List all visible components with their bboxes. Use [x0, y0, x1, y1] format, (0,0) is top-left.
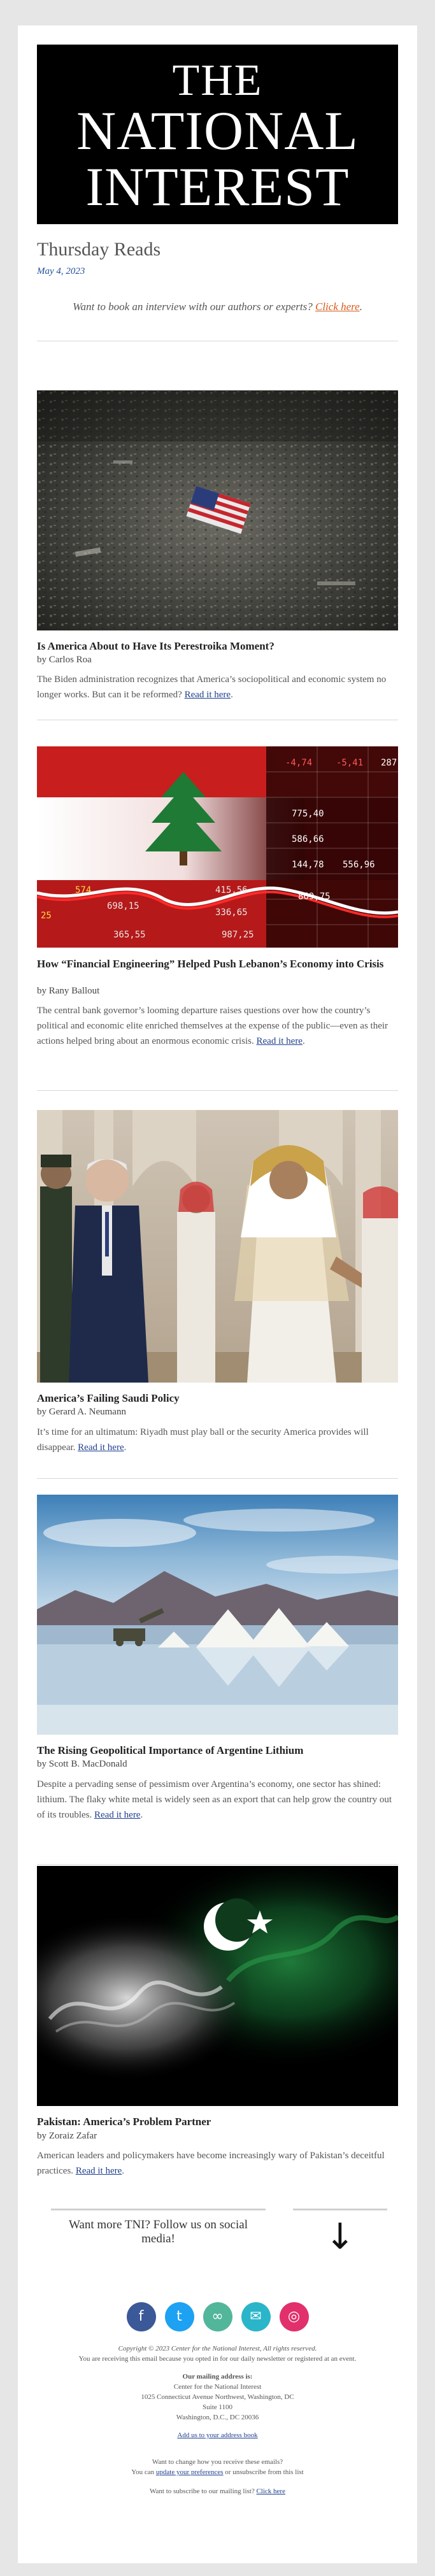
issue-date: May 4, 2023	[37, 266, 85, 276]
article-image-lebanon-flag-chart[interactable]: 287 -4,74 -5,41 775,40 586,66 144,78 556…	[37, 746, 398, 948]
divider	[37, 1864, 398, 1865]
address-book-row: Add us to your address book	[37, 2430, 398, 2440]
logo-line-interest: INTEREST	[85, 156, 350, 217]
subscribe-link[interactable]: Click here	[256, 2487, 285, 2495]
article-image-lithium-salt-flats[interactable]	[37, 1495, 398, 1735]
chart-number: -5,41	[336, 758, 363, 768]
update-preferences-link[interactable]: update your preferences	[156, 2468, 224, 2476]
link-icon[interactable]: ∞	[203, 2302, 232, 2331]
subscription-reason: You are receiving this email because you…	[78, 2355, 357, 2363]
divider	[37, 1090, 398, 1091]
address-book-link[interactable]: Add us to your address book	[177, 2431, 257, 2439]
chart-number: 25	[41, 911, 52, 921]
promo-link[interactable]: Click here	[315, 301, 360, 313]
page-title: Thursday Reads	[37, 239, 161, 260]
chart-number: 775,40	[292, 809, 324, 819]
article-summary: The central bank governor’s looming depa…	[37, 1006, 389, 1046]
social-prompt-text: Want more TNI? Follow us on social media…	[69, 2218, 248, 2245]
instagram-icon[interactable]: ◎	[279, 2302, 309, 2331]
chart-number: 415,56	[215, 885, 248, 895]
article-description: The Biden administration recognizes that…	[37, 674, 387, 700]
article-title[interactable]: Pakistan: America’s Problem Partner	[37, 2115, 398, 2128]
chart-number: 574	[75, 885, 91, 895]
twitter-icon[interactable]: t	[164, 2302, 194, 2331]
logo-line-national: NATIONAL	[76, 100, 359, 161]
read-it-here-link[interactable]: Read it here	[76, 2166, 122, 2176]
email-icon[interactable]: ✉	[241, 2302, 271, 2331]
article-summary: Despite a pervading sense of pessimism o…	[37, 1779, 392, 1820]
read-it-here-link[interactable]: Read it here	[94, 1810, 140, 1820]
social-icons: f t ∞ ✉ ◎	[18, 2302, 417, 2331]
address-line: Suite 1100	[203, 2403, 232, 2411]
preferences-row: You can update your preferences or unsub…	[37, 2467, 398, 2477]
article-description: It’s time for an ultimatum: Riyadh must …	[37, 1427, 369, 1453]
article-title[interactable]: The Rising Geopolitical Importance of Ar…	[37, 1744, 398, 1757]
social-prompt: Want more TNI? Follow us on social media…	[51, 2209, 266, 2249]
chart-number: 869,75	[298, 892, 331, 902]
social-arrow: ↓	[293, 2209, 387, 2268]
chart-number: 144,78	[292, 860, 324, 870]
arrow-down-icon: ↓	[325, 2216, 355, 2258]
change-prompt: Want to change how you receive these ema…	[152, 2458, 283, 2466]
article-image-flag-debris[interactable]	[37, 390, 398, 630]
article-byline: by Zoraiz Zafar	[37, 2131, 97, 2141]
article-byline: by Rany Ballout	[37, 986, 100, 996]
chart-number: 336,65	[215, 907, 248, 918]
address-line: Center for the National Interest	[173, 2383, 262, 2391]
article-description: American leaders and policymakers have b…	[37, 2151, 385, 2176]
read-it-here-link[interactable]: Read it here	[257, 1036, 303, 1046]
can-text: You can	[131, 2468, 155, 2476]
copyright: Copyright © 2023 Center for the National…	[118, 2345, 317, 2352]
article-description: The central bank governor’s looming depa…	[37, 1006, 389, 1046]
article-image-pakistan-smoke-flag[interactable]	[37, 1866, 398, 2106]
article-byline: by Carlos Roa	[37, 655, 92, 665]
chart-number: 987,25	[222, 930, 254, 940]
logo-line-the: THE	[172, 56, 263, 105]
logo[interactable]: THE NATIONAL INTEREST	[37, 45, 398, 224]
email-body: THE NATIONAL INTEREST Thursday Reads May…	[18, 25, 417, 2563]
article-title[interactable]: America’s Failing Saudi Policy	[37, 1391, 398, 1405]
chart-number: 556,96	[343, 860, 375, 870]
article-title[interactable]: How “Financial Engineering” Helped Push …	[37, 957, 398, 971]
address-line: Washington, D.C., DC 20036	[176, 2414, 259, 2421]
read-it-here-link[interactable]: Read it here	[185, 690, 231, 700]
article-title[interactable]: Is America About to Have Its Perestroika…	[37, 639, 398, 653]
address-heading: Our mailing address is:	[182, 2373, 253, 2380]
subscribe-row: Want to subscribe to our mailing list? C…	[37, 2486, 398, 2496]
article-image-biden-saudi[interactable]	[37, 1110, 398, 1383]
facebook-icon[interactable]: f	[126, 2302, 156, 2331]
article-byline: by Gerard A. Neumann	[37, 1407, 126, 1417]
chart-number: 698,15	[107, 901, 139, 911]
article-byline: by Scott B. MacDonald	[37, 1759, 127, 1769]
chart-number: 586,66	[292, 834, 324, 844]
address-line: 1025 Connecticut Avenue Northwest, Washi…	[141, 2393, 294, 2401]
subscribe-prompt: Want to subscribe to our mailing list?	[150, 2487, 255, 2495]
unsubscribe-text: or unsubscribe from this list	[225, 2468, 304, 2476]
article-description: Despite a pervading sense of pessimism o…	[37, 1779, 392, 1820]
chart-number: 365,55	[113, 930, 146, 940]
chart-number: 287	[381, 758, 397, 768]
chart-number: -4,74	[285, 758, 312, 768]
promo-suffix: .	[359, 301, 362, 313]
read-it-here-link[interactable]: Read it here	[78, 1442, 124, 1453]
interview-promo: Want to book an interview with our autho…	[37, 301, 398, 313]
divider	[37, 1478, 398, 1479]
promo-text: Want to book an interview with our autho…	[73, 301, 313, 313]
